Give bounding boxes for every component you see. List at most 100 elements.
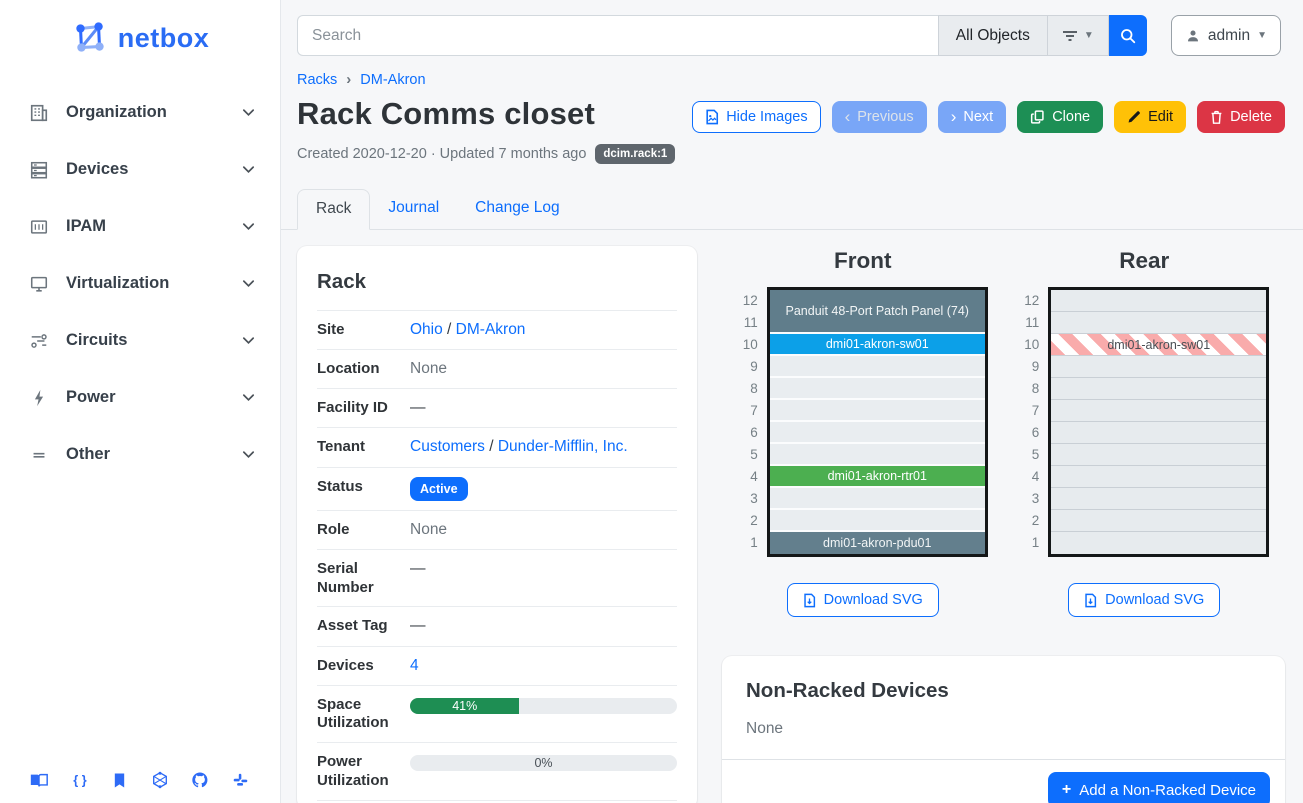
rack-drawing-front[interactable]: Panduit 48-Port Patch Panel (74)dmi01-ak… — [767, 287, 988, 557]
download-svg-button-front[interactable]: Download SVG — [787, 583, 939, 617]
rack-unit-device[interactable]: dmi01-akron-rtr01 — [770, 466, 985, 488]
space-utilization-progress-bar: 41% — [410, 698, 677, 714]
info-value-site: Ohio / DM-Akron — [410, 320, 677, 340]
chevron-down-icon — [241, 333, 256, 348]
progress-label: 0% — [410, 755, 677, 771]
github-icon[interactable] — [189, 770, 211, 790]
power-utilization-progress-bar: 0% — [410, 755, 677, 771]
elevation-rear: Rear121110987654321dmi01-akron-sw01Downl… — [1004, 246, 1286, 617]
tenant-link-dunder-mifflin-inc[interactable]: Dunder-Mifflin, Inc. — [498, 438, 628, 455]
rack-unit-device[interactable]: dmi01-akron-pdu01 — [770, 532, 985, 554]
graphql-icon[interactable] — [149, 770, 171, 790]
rack-unit-empty[interactable] — [1051, 290, 1266, 312]
page-header: Rack Comms closet Hide Images ‹ Previous — [297, 92, 1285, 133]
sidebar-item-organization[interactable]: Organization — [0, 84, 280, 141]
rack-unit-empty[interactable] — [770, 422, 985, 444]
chevron-down-icon — [241, 447, 256, 462]
content: Rack SiteOhio / DM-AkronLocationNoneFaci… — [281, 230, 1303, 803]
info-row-tenant: TenantCustomers / Dunder-Mifflin, Inc. — [317, 427, 677, 466]
monitor-icon — [28, 273, 50, 295]
devices-link[interactable]: 4 — [410, 657, 419, 674]
rack-unit-empty[interactable] — [1051, 532, 1266, 554]
site-link-ohio[interactable]: Ohio — [410, 321, 443, 338]
info-row-devices: Devices4 — [317, 646, 677, 685]
site-link-dm-akron[interactable]: DM-Akron — [456, 321, 526, 338]
info-row-role: RoleNone — [317, 510, 677, 549]
rack-unit-empty[interactable] — [1051, 510, 1266, 532]
sidebar-item-ipam[interactable]: IPAM — [0, 198, 280, 255]
search-filter-button[interactable]: ▼ — [1048, 15, 1109, 56]
edit-label: Edit — [1148, 109, 1173, 125]
tab-journal[interactable]: Journal — [370, 189, 457, 229]
rack-unit-empty[interactable] — [1051, 444, 1266, 466]
sidebar-nav: Organization Devices IPAM Virtualization Cir… — [0, 84, 280, 483]
breadcrumb-racks[interactable]: Racks — [297, 72, 337, 88]
info-label: Status — [317, 477, 410, 497]
info-label: Asset Tag — [317, 616, 410, 636]
unit-number: 2 — [738, 510, 758, 532]
sidebar-item-devices[interactable]: Devices — [0, 141, 280, 198]
sidebar-item-circuits[interactable]: Circuits — [0, 312, 280, 369]
hide-images-button[interactable]: Hide Images — [692, 101, 820, 133]
info-value-facility-id: — — [410, 398, 677, 418]
rack-unit-empty[interactable] — [1051, 312, 1266, 334]
tab-rack[interactable]: Rack — [297, 189, 370, 230]
slack-icon[interactable] — [230, 770, 252, 790]
elevation-front: Front121110987654321Panduit 48-Port Patc… — [722, 246, 1004, 617]
add-non-racked-device-button[interactable]: + Add a Non-Racked Device — [1048, 772, 1270, 803]
next-button[interactable]: › Next — [938, 101, 1007, 133]
next-label: Next — [963, 109, 993, 125]
object-type-button[interactable]: All Objects — [938, 15, 1048, 56]
rack-unit-device[interactable]: dmi01-akron-sw01 — [1051, 334, 1266, 356]
sidebar-item-other[interactable]: Other — [0, 426, 280, 483]
sidebar-item-power[interactable]: Power — [0, 369, 280, 426]
rack-unit-empty[interactable] — [770, 356, 985, 378]
unit-number: 5 — [738, 444, 758, 466]
breadcrumb-site[interactable]: DM-Akron — [360, 72, 425, 88]
previous-button[interactable]: ‹ Previous — [832, 101, 927, 133]
search-submit-button[interactable] — [1109, 15, 1147, 56]
sidebar-item-label: Devices — [66, 160, 241, 179]
api-docs-icon[interactable] — [109, 770, 131, 790]
rack-unit-empty[interactable] — [1051, 422, 1266, 444]
chevron-down-icon — [241, 276, 256, 291]
search-input[interactable] — [297, 15, 938, 56]
rack-unit-empty[interactable] — [770, 378, 985, 400]
edit-button[interactable]: Edit — [1114, 101, 1186, 133]
object-id-badge[interactable]: dcim.rack:1 — [595, 144, 675, 164]
rack-drawing-rear[interactable]: dmi01-akron-sw01 — [1048, 287, 1269, 557]
info-label: Devices — [317, 656, 410, 676]
rack-unit-empty[interactable] — [770, 488, 985, 510]
rack-unit-empty[interactable] — [1051, 378, 1266, 400]
download-svg-button-rear[interactable]: Download SVG — [1068, 583, 1220, 617]
lines-icon — [28, 444, 50, 466]
rack-unit-empty[interactable] — [1051, 356, 1266, 378]
info-row-site: SiteOhio / DM-Akron — [317, 310, 677, 349]
rack-unit-device[interactable]: dmi01-akron-sw01 — [770, 334, 985, 356]
sidebar-item-virtualization[interactable]: Virtualization — [0, 255, 280, 312]
info-row-serial-number: Serial Number— — [317, 549, 677, 607]
unit-numbers-rear: 121110987654321 — [1019, 287, 1039, 554]
rack-unit-empty[interactable] — [1051, 466, 1266, 488]
tenant-link-customers[interactable]: Customers — [410, 438, 485, 455]
netbox-logo[interactable]: netbox — [0, 6, 280, 70]
user-menu-button[interactable]: admin ▼ — [1171, 15, 1281, 56]
non-racked-footer: + Add a Non-Racked Device — [722, 759, 1285, 803]
rack-unit-empty[interactable] — [770, 444, 985, 466]
clone-button[interactable]: Clone — [1017, 101, 1103, 133]
tab-change-log[interactable]: Change Log — [457, 189, 577, 229]
rack-unit-empty[interactable] — [770, 510, 985, 532]
created-updated-text: Created 2020-12-20 · Updated 7 months ag… — [297, 146, 586, 162]
sidebar-item-label: Virtualization — [66, 274, 241, 293]
rack-unit-empty[interactable] — [770, 400, 985, 422]
delete-button[interactable]: Delete — [1197, 101, 1285, 133]
rack-unit-empty[interactable] — [1051, 488, 1266, 510]
unit-number: 6 — [1019, 422, 1039, 444]
unit-number: 10 — [738, 334, 758, 356]
rack-unit-device[interactable]: Panduit 48-Port Patch Panel (74) — [770, 290, 985, 334]
rack-unit-empty[interactable] — [1051, 400, 1266, 422]
building-icon — [28, 102, 50, 124]
docs-book-icon[interactable] — [28, 770, 50, 790]
code-braces-icon[interactable]: { } — [69, 770, 91, 790]
header-actions: Hide Images ‹ Previous › Next — [692, 101, 1285, 133]
